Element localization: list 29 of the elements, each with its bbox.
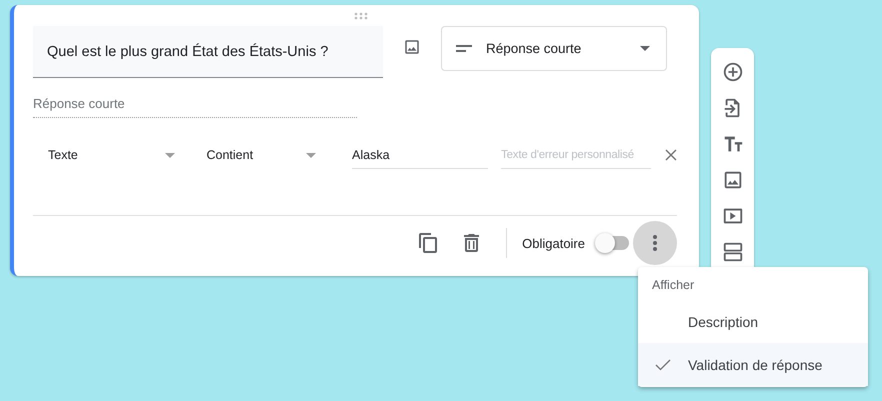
caret-icon [306, 152, 316, 158]
question-field[interactable]: Quel est le plus grand État des États-Unis ? [33, 26, 383, 78]
section-icon[interactable] [722, 241, 744, 263]
menu-item[interactable]: Validation de réponse [638, 343, 868, 386]
check-icon [655, 358, 671, 370]
more-options-button[interactable] [633, 221, 677, 265]
condition-dropdown[interactable]: Contient [191, 142, 332, 168]
image-icon[interactable] [403, 38, 421, 56]
required-toggle[interactable] [597, 236, 629, 250]
question-type-label: Réponse courte [486, 41, 582, 56]
menu-header: Afficher [651, 278, 696, 292]
error-text-field[interactable]: Texte d'erreur personnalisé [501, 142, 652, 168]
trash-icon[interactable] [464, 234, 480, 252]
caret-icon [165, 152, 176, 158]
question-type-dropdown[interactable]: Réponse courte [441, 26, 667, 71]
menu-item-label: Validation de réponse [688, 356, 822, 372]
copy-icon[interactable] [419, 233, 438, 253]
validation-type-dropdown[interactable]: Texte [33, 142, 180, 168]
short-text-icon [456, 44, 472, 52]
menu-item[interactable]: Description [638, 300, 868, 343]
required-label: Obligatoire [522, 236, 585, 250]
menu-item-label: Description [688, 314, 758, 330]
more-icon [653, 235, 657, 251]
short-answer-field: Réponse courte [33, 96, 357, 118]
close-icon[interactable] [665, 149, 677, 161]
validation-value-field[interactable]: Alaska [352, 142, 488, 168]
caret-icon [640, 46, 650, 51]
drag-handle-icon[interactable] [354, 12, 368, 20]
add-icon[interactable] [722, 61, 744, 83]
